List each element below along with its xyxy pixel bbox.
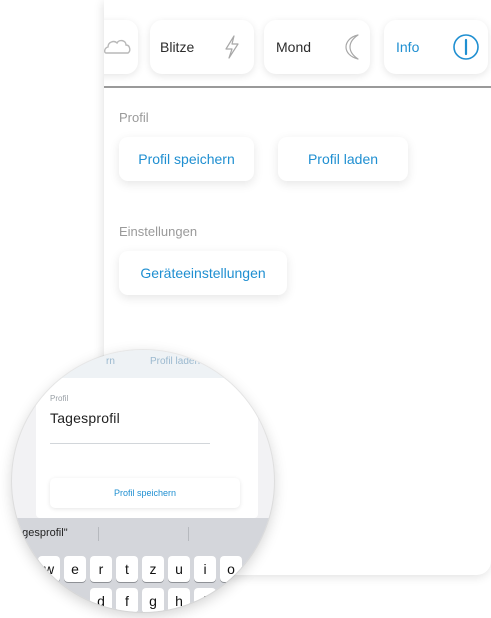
save-profile-button[interactable]: Profil speichern bbox=[119, 137, 254, 181]
tab-blitze-label: Blitze bbox=[160, 39, 195, 55]
keyboard-suggestion-bar: agesprofil" bbox=[12, 518, 274, 548]
device-settings-button[interactable]: Geräteeinstellungen bbox=[119, 251, 287, 295]
suggestion-divider bbox=[98, 527, 99, 541]
on-screen-keyboard: w e r t z u i o d f g h j bbox=[12, 548, 274, 612]
settings-section-title: Einstellungen bbox=[119, 224, 198, 239]
tab-info-label: Info bbox=[396, 39, 420, 55]
tab-mond-label: Mond bbox=[276, 39, 312, 55]
key-u[interactable]: u bbox=[168, 556, 190, 582]
key-t[interactable]: t bbox=[116, 556, 138, 582]
key-h[interactable]: h bbox=[168, 588, 190, 612]
lightning-icon bbox=[225, 35, 239, 59]
magnifier-ghost-left: rn bbox=[106, 356, 115, 367]
key-e[interactable]: e bbox=[64, 556, 86, 582]
key-r[interactable]: r bbox=[90, 556, 112, 582]
key-d[interactable]: d bbox=[90, 588, 112, 612]
profile-name-label: Profil bbox=[50, 394, 69, 403]
key-j[interactable]: j bbox=[194, 588, 216, 612]
key-o[interactable]: o bbox=[220, 556, 242, 582]
profile-name-input[interactable]: Tagesprofil bbox=[50, 410, 120, 426]
key-f[interactable]: f bbox=[116, 588, 138, 612]
keyboard-suggestion[interactable]: agesprofil" bbox=[16, 527, 68, 539]
info-icon bbox=[453, 34, 479, 60]
cloud-icon bbox=[104, 39, 131, 54]
input-underline bbox=[50, 443, 210, 444]
moon-icon bbox=[345, 34, 359, 60]
dialog-save-button[interactable]: Profil speichern bbox=[50, 478, 240, 508]
suggestion-divider bbox=[188, 527, 189, 541]
tab-blitze[interactable]: Blitze bbox=[150, 20, 254, 74]
zoom-magnifier: rn Profil laden Profil Tagesprofil Profi… bbox=[12, 350, 274, 612]
load-profile-button[interactable]: Profil laden bbox=[278, 137, 408, 181]
key-g[interactable]: g bbox=[142, 588, 164, 612]
tab-bar: Blitze Mond Info bbox=[104, 0, 491, 90]
tab-cloud[interactable] bbox=[104, 20, 138, 74]
profile-section-title: Profil bbox=[119, 110, 149, 125]
key-w[interactable]: w bbox=[38, 556, 60, 582]
magnifier-ghost-right: Profil laden bbox=[150, 356, 201, 367]
key-i[interactable]: i bbox=[194, 556, 216, 582]
tab-bar-divider bbox=[104, 86, 491, 88]
key-z[interactable]: z bbox=[142, 556, 164, 582]
tab-mond[interactable]: Mond bbox=[264, 20, 370, 74]
tab-info[interactable]: Info bbox=[384, 20, 488, 74]
